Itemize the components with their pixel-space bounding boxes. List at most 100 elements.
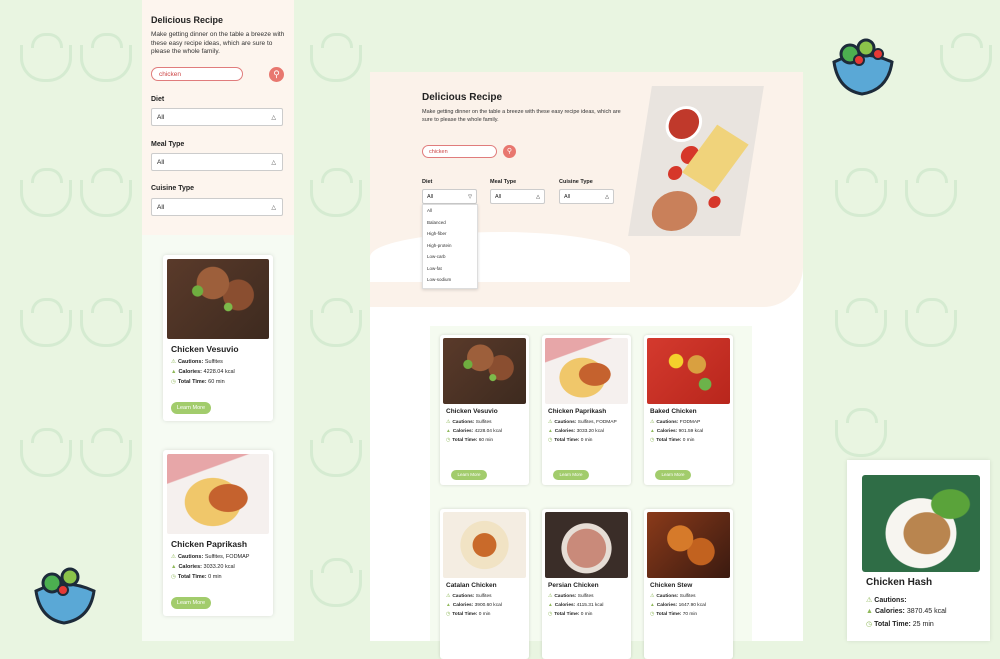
flame-icon: ▲: [446, 429, 451, 434]
cuisine-type-select[interactable]: All △: [151, 198, 283, 216]
recipe-time: ◷ Total Time: 0 min: [548, 612, 593, 617]
dropdown-option[interactable]: High-fiber: [423, 228, 477, 240]
meal-type-select[interactable]: All △: [490, 189, 545, 204]
app-description: Make getting dinner on the table a breez…: [422, 109, 621, 123]
recipe-cautions: ⚠ Cautions: Sulfites: [446, 594, 492, 599]
recipe-calories: ▲ Calories: 901.59 kcal: [650, 429, 704, 434]
warning-icon: ⚠: [650, 594, 655, 599]
flame-icon: ▲: [650, 603, 655, 608]
search-input[interactable]: chicken: [422, 145, 497, 158]
salad-bowl-pattern-icon: [310, 168, 362, 217]
search-button[interactable]: ⚲: [503, 145, 516, 158]
recipe-card: Catalan Chicken ⚠ Cautions: Sulfites ▲ Cal…: [440, 509, 529, 659]
search-button[interactable]: ⚲: [269, 67, 284, 82]
recipe-image: [443, 512, 526, 578]
warning-icon: ⚠: [171, 554, 176, 560]
recipe-image: [545, 512, 628, 578]
salad-bowl-icon: [832, 38, 894, 96]
recipe-calories: ▲ Calories: 4115.31 kcal: [548, 603, 604, 608]
warning-icon: ⚠: [650, 420, 655, 425]
clock-icon: ◷: [548, 438, 553, 443]
salad-bowl-pattern-icon: [835, 298, 887, 347]
recipe-name: Persian Chicken: [548, 582, 599, 589]
diet-label: Diet: [151, 96, 165, 103]
search-icon: ⚲: [273, 69, 280, 79]
warning-icon: ⚠: [548, 420, 553, 425]
salad-bowl-pattern-icon: [310, 33, 362, 82]
warning-icon: ⚠: [446, 594, 451, 599]
warning-icon: ⚠: [548, 594, 553, 599]
search-input[interactable]: chicken: [151, 67, 243, 81]
recipe-calories: ▲ Calories: 3033.20 kcal: [171, 564, 235, 570]
app-title: Delicious Recipe: [422, 92, 503, 103]
recipe-card: Chicken Paprikash ⚠ Cautions: Sulfites, F…: [163, 450, 273, 616]
dropdown-option[interactable]: High-protein: [423, 240, 477, 252]
flame-icon: ▲: [171, 564, 177, 570]
learn-more-button[interactable]: Learn More: [171, 597, 211, 609]
recipe-card: Chicken Vesuvio ⚠ Cautions: Sulfites ▲ Cal…: [440, 335, 529, 485]
search-icon: ⚲: [506, 148, 513, 155]
chevron-icon: ▽: [468, 194, 472, 200]
recipe-name: Baked Chicken: [650, 408, 697, 415]
learn-more-button[interactable]: Learn More: [451, 470, 487, 480]
cuisine-type-label: Cuisine Type: [559, 179, 593, 185]
dropdown-option[interactable]: Low-sodium: [423, 274, 477, 286]
recipe-image: [167, 259, 269, 339]
cuisine-type-select[interactable]: All △: [559, 189, 614, 204]
recipe-cautions: ⚠ Cautions: Sulfites, FODMAP: [171, 554, 250, 560]
recipe-time: ◷ Total Time: 70 min: [650, 612, 698, 617]
desktop-view-panel: Delicious Recipe Make getting dinner on …: [370, 72, 803, 659]
recipe-image: [545, 338, 628, 404]
recipe-name: Catalan Chicken: [446, 582, 497, 589]
recipe-time: ◷ Total Time: 0 min: [171, 574, 222, 580]
salad-bowl-icon: [34, 567, 96, 625]
warning-icon: ⚠: [171, 359, 176, 365]
salad-bowl-pattern-icon: [80, 428, 132, 477]
clock-icon: ◷: [171, 379, 176, 385]
recipe-cautions: ⚠ Cautions: Sulfites: [171, 359, 223, 365]
meal-type-select[interactable]: All △: [151, 153, 283, 171]
salad-bowl-pattern-icon: [20, 428, 72, 477]
salad-bowl-pattern-icon: [905, 168, 957, 217]
dropdown-option[interactable]: Balanced: [423, 217, 477, 229]
recipe-card: Baked Chicken ⚠ Cautions: FODMAP ▲ Calorie…: [644, 335, 733, 485]
recipe-calories: ▲ Calories: 3870.45 kcal: [866, 608, 947, 615]
dropdown-option[interactable]: All: [423, 205, 477, 217]
clock-icon: ◷: [866, 621, 873, 628]
diet-select[interactable]: All △: [151, 108, 283, 126]
salad-bowl-pattern-icon: [835, 168, 887, 217]
dropdown-option[interactable]: Low-fat: [423, 263, 477, 275]
dropdown-option[interactable]: Low-carb: [423, 251, 477, 263]
recipe-calories: ▲ Calories: 4228.04 kcal: [171, 369, 235, 375]
recipe-cautions: ⚠ Cautions: Sulfites: [548, 594, 594, 599]
recipe-calories: ▲ Calories: 1647.90 kcal: [650, 603, 706, 608]
flame-icon: ▲: [446, 603, 451, 608]
recipe-cautions: ⚠ Cautions: FODMAP: [650, 420, 701, 425]
recipe-name: Chicken Hash: [866, 577, 933, 588]
chevron-icon: △: [271, 160, 276, 166]
salad-bowl-pattern-icon: [310, 558, 362, 607]
recipe-time: ◷ Total Time: 0 min: [446, 612, 491, 617]
flame-icon: ▲: [866, 608, 873, 615]
recipe-time: ◷ Total Time: 0 min: [548, 438, 593, 443]
recipe-image: [647, 338, 730, 404]
diet-select[interactable]: All ▽: [422, 189, 477, 204]
salad-bowl-pattern-icon: [20, 168, 72, 217]
meal-type-label: Meal Type: [151, 141, 185, 148]
flame-icon: ▲: [650, 429, 655, 434]
recipe-image: [443, 338, 526, 404]
recipe-name: Chicken Vesuvio: [171, 344, 239, 354]
diet-label: Diet: [422, 179, 433, 185]
learn-more-button[interactable]: Learn More: [655, 470, 691, 480]
recipe-image: [862, 475, 980, 572]
recipe-name: Chicken Vesuvio: [446, 408, 498, 415]
salad-bowl-pattern-icon: [20, 33, 72, 82]
salad-bowl-pattern-icon: [20, 298, 72, 347]
recipe-name: Chicken Paprikash: [171, 539, 248, 549]
learn-more-button[interactable]: Learn More: [171, 402, 211, 414]
diet-dropdown-menu: All Balanced High-fiber High-protein Low…: [422, 204, 478, 289]
app-description: Make getting dinner on the table a breez…: [151, 31, 285, 55]
recipe-name: Chicken Paprikash: [548, 408, 607, 415]
learn-more-button[interactable]: Learn More: [553, 470, 589, 480]
warning-icon: ⚠: [866, 597, 873, 604]
